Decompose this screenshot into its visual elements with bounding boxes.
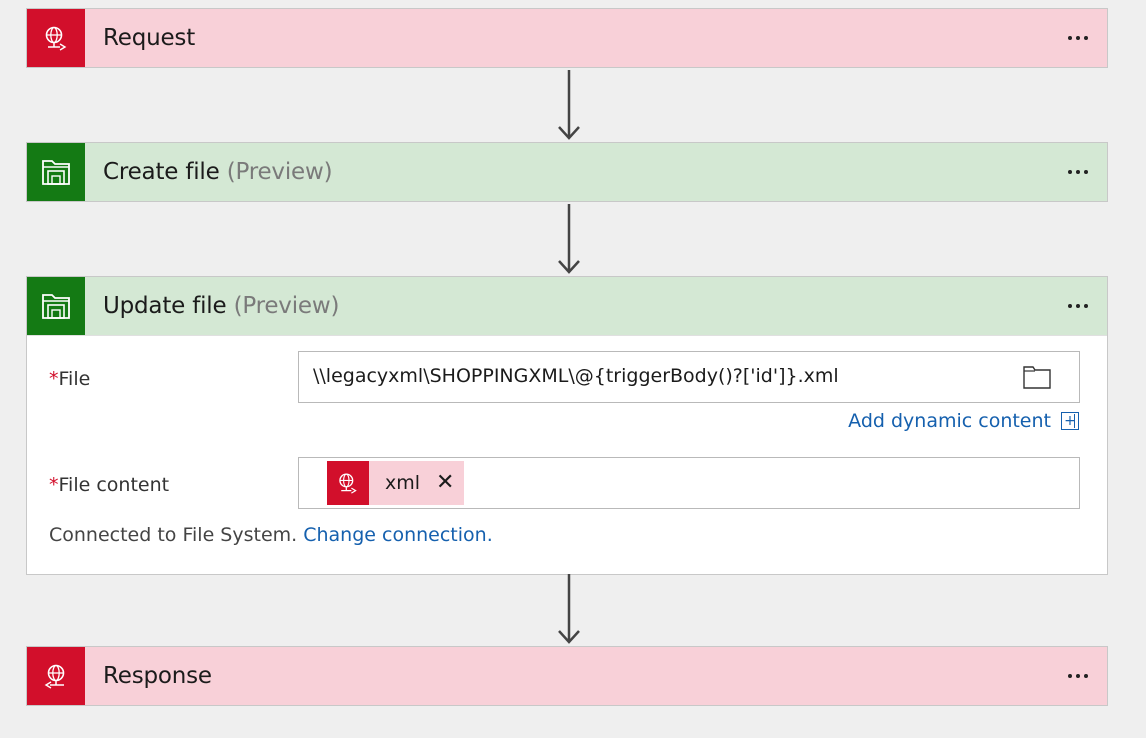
token-label: xml [385,472,421,494]
request-globe-icon [27,9,85,67]
step-request[interactable]: Request [26,8,1108,68]
connection-status: Connected to File System. Change connect… [49,524,493,546]
file-system-icon [27,277,85,335]
step-update-file[interactable]: Update file (Preview) *File \\legacyxml\… [26,276,1108,575]
remove-token-icon[interactable]: ✕ [436,472,454,494]
add-dynamic-content-link[interactable]: Add dynamic content + [848,410,1079,432]
change-connection-link[interactable]: Change connection. [303,524,493,546]
file-system-icon [27,143,85,201]
step-response-header[interactable]: Response [27,647,1107,705]
more-options-icon[interactable] [1063,28,1093,48]
file-content-label: *File content [49,474,170,496]
step-create-file[interactable]: Create file (Preview) [26,142,1108,202]
step-update-file-header[interactable]: Update file (Preview) [27,277,1107,335]
step-request-header[interactable]: Request [27,9,1107,67]
connection-status-text: Connected to File System. [49,524,298,546]
update-file-body: *File \\legacyxml\SHOPPINGXML\@{triggerB… [27,335,1107,574]
add-dynamic-content-icon: + [1061,412,1079,430]
file-path-input[interactable]: \\legacyxml\SHOPPINGXML\@{triggerBody()?… [298,351,1080,403]
file-content-input[interactable]: xml ✕ [298,457,1080,509]
more-options-icon[interactable] [1063,666,1093,686]
more-options-icon[interactable] [1063,162,1093,182]
step-title: Update file (Preview) [103,293,340,319]
dynamic-token-xml[interactable]: xml ✕ [327,461,465,505]
step-title: Response [103,663,212,689]
step-response[interactable]: Response [26,646,1108,706]
flow-arrow [558,70,580,140]
file-path-value: \\legacyxml\SHOPPINGXML\@{triggerBody()?… [313,365,839,387]
add-dynamic-content-label: Add dynamic content [848,410,1051,432]
more-options-icon[interactable] [1063,296,1093,316]
step-create-file-header[interactable]: Create file (Preview) [27,143,1107,201]
step-title: Request [103,25,196,51]
request-globe-icon [327,461,369,505]
folder-icon[interactable] [1023,365,1051,389]
response-globe-icon [27,647,85,705]
file-label: *File [49,368,91,390]
flow-arrow [558,204,580,274]
step-title: Create file (Preview) [103,159,333,185]
flow-arrow [558,574,580,644]
